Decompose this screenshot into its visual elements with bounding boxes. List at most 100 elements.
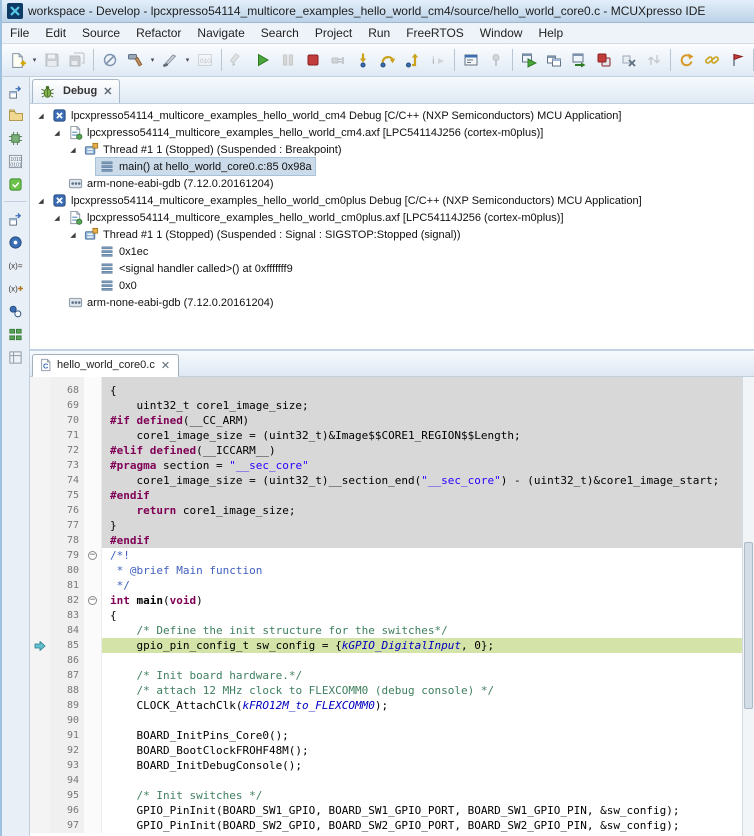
annotation-ruler-cell[interactable]: [30, 818, 50, 833]
code-line-text[interactable]: #if defined(__CC_ARM): [102, 413, 742, 428]
annotation-ruler-cell[interactable]: [30, 668, 50, 683]
editor-tab-hello-world-core0[interactable]: C hello_world_core0.c ✕: [32, 354, 179, 377]
code-line[interactable]: 81 */: [30, 578, 742, 593]
code-line[interactable]: 75#endif: [30, 488, 742, 503]
debug-tree-row[interactable]: ◢lpcxpresso54114_multicore_examples_hell…: [30, 192, 754, 209]
code-line-text[interactable]: int main(void): [102, 593, 742, 608]
debug-tree-row[interactable]: ◢Thread #1 1 (Stopped) (Suspended : Sign…: [30, 226, 754, 243]
code-line-text[interactable]: GPIO_PinInit(BOARD_SW1_GPIO, BOARD_SW1_G…: [102, 803, 742, 818]
code-line-text[interactable]: }: [102, 518, 742, 533]
code-line[interactable]: 72#elif defined(__ICCARM__): [30, 443, 742, 458]
step-return-button[interactable]: [401, 48, 425, 72]
code-line[interactable]: 79−/*!: [30, 548, 742, 563]
debug-tree-row[interactable]: ◢Thread #1 1 (Stopped) (Suspended : Brea…: [30, 141, 754, 158]
pin-console-button[interactable]: [484, 48, 508, 72]
code-line[interactable]: 83{: [30, 608, 742, 623]
code-line-text[interactable]: */: [102, 578, 742, 593]
annotation-ruler-cell[interactable]: [30, 488, 50, 503]
step-into-button[interactable]: [351, 48, 375, 72]
quickstart-button[interactable]: [5, 174, 26, 194]
code-line-text[interactable]: [102, 653, 742, 668]
clean-button-dropdown-icon[interactable]: ▾: [183, 56, 192, 64]
code-line-text[interactable]: CLOCK_AttachClk(kFRO12M_to_FLEXCOMM0);: [102, 698, 742, 713]
annotation-ruler-cell[interactable]: [30, 443, 50, 458]
twistie-expanded-icon[interactable]: ◢: [50, 129, 64, 137]
code-line[interactable]: 71 core1_image_size = (uint32_t)&Image$$…: [30, 428, 742, 443]
annotation-ruler-cell[interactable]: [30, 758, 50, 773]
debug-tree-row[interactable]: <signal handler called>() at 0xfffffff9: [30, 260, 754, 277]
save-all-button[interactable]: [65, 48, 89, 72]
code-line[interactable]: 84 /* Define the init structure for the …: [30, 623, 742, 638]
annotation-ruler-cell[interactable]: [30, 653, 50, 668]
annotation-ruler-cell[interactable]: [30, 788, 50, 803]
annotation-ruler-cell[interactable]: [30, 743, 50, 758]
annotation-ruler-cell[interactable]: [30, 638, 50, 653]
annotation-ruler-cell[interactable]: [30, 503, 50, 518]
code-line-text[interactable]: * @brief Main function: [102, 563, 742, 578]
code-line[interactable]: 74 core1_image_size = (uint32_t)__sectio…: [30, 473, 742, 488]
twistie-expanded-icon[interactable]: ◢: [66, 146, 80, 154]
scrollbar-thumb[interactable]: [744, 542, 753, 709]
clean-button[interactable]: [158, 48, 182, 72]
code-line[interactable]: 78#endif: [30, 533, 742, 548]
code-line[interactable]: 68{: [30, 383, 742, 398]
open-consoles-button[interactable]: [542, 48, 566, 72]
editor-scrollbar[interactable]: [742, 377, 754, 836]
code-line-text[interactable]: /* Define the init structure for the swi…: [102, 623, 742, 638]
code-line-text[interactable]: {: [102, 383, 742, 398]
code-line-text[interactable]: /*!: [102, 548, 742, 563]
debug-tree-row[interactable]: 0x0: [30, 277, 754, 294]
step-over-button[interactable]: [376, 48, 400, 72]
menu-run[interactable]: Run: [360, 24, 398, 42]
menu-file[interactable]: File: [2, 24, 37, 42]
expressions-button[interactable]: (x): [5, 278, 26, 298]
menu-help[interactable]: Help: [530, 24, 571, 42]
menu-edit[interactable]: Edit: [37, 24, 74, 42]
editor-tab-close-icon[interactable]: ✕: [161, 359, 170, 372]
binary-utilities-button[interactable]: 010: [193, 48, 217, 72]
code-line-text[interactable]: core1_image_size = (uint32_t)&Image$$COR…: [102, 428, 742, 443]
annotation-ruler-cell[interactable]: [30, 458, 50, 473]
code-line-text[interactable]: uint32_t core1_image_size;: [102, 398, 742, 413]
code-line-text[interactable]: BOARD_InitDebugConsole();: [102, 758, 742, 773]
resume-button[interactable]: [251, 48, 275, 72]
debug-tree-row[interactable]: ◢lpcxpresso54114_multicore_examples_hell…: [30, 124, 754, 141]
debug-tree-row[interactable]: arm-none-eabi-gdb (7.12.0.20161204): [30, 175, 754, 192]
memory-button[interactable]: 10100101: [5, 151, 26, 171]
code-line-text[interactable]: [102, 773, 742, 788]
suspend-button[interactable]: [276, 48, 300, 72]
code-line[interactable]: 85 gpio_pin_config_t sw_config = {kGPIO_…: [30, 638, 742, 653]
code-area[interactable]: 68{69 uint32_t core1_image_size;70#if de…: [30, 377, 742, 836]
annotation-ruler-cell[interactable]: [30, 518, 50, 533]
menu-source[interactable]: Source: [74, 24, 128, 42]
debug-view-tab[interactable]: Debug ✕: [32, 79, 120, 103]
code-line[interactable]: 95 /* Init switches */: [30, 788, 742, 803]
code-line[interactable]: 97 GPIO_PinInit(BOARD_SW2_GPIO, BOARD_SW…: [30, 818, 742, 833]
code-line-text[interactable]: BOARD_InitPins_Core0();: [102, 728, 742, 743]
twistie-expanded-icon[interactable]: ◢: [34, 197, 48, 205]
new-button[interactable]: [5, 48, 29, 72]
code-line-text[interactable]: #pragma section = "__sec_core": [102, 458, 742, 473]
save-button[interactable]: [40, 48, 64, 72]
code-line[interactable]: 80 * @brief Main function: [30, 563, 742, 578]
outline-button[interactable]: [5, 347, 26, 367]
breakpoints-button[interactable]: [5, 301, 26, 321]
code-line-text[interactable]: #endif: [102, 488, 742, 503]
menu-freertos[interactable]: FreeRTOS: [398, 24, 472, 42]
restore-view-button[interactable]: [5, 82, 26, 102]
code-line-text[interactable]: GPIO_PinInit(BOARD_SW2_GPIO, BOARD_SW2_G…: [102, 818, 742, 833]
debug-button[interactable]: [517, 48, 541, 72]
disconnect-button[interactable]: [326, 48, 350, 72]
build-button-dropdown-icon[interactable]: ▾: [148, 56, 157, 64]
annotation-ruler-cell[interactable]: [30, 728, 50, 743]
code-line-text[interactable]: return core1_image_size;: [102, 503, 742, 518]
faults-button[interactable]: [5, 232, 26, 252]
code-line[interactable]: 94: [30, 773, 742, 788]
variables-button[interactable]: (x)=: [5, 255, 26, 275]
terminate-all-button[interactable]: [592, 48, 616, 72]
remove-terminated-button[interactable]: [617, 48, 641, 72]
code-line[interactable]: 89 CLOCK_AttachClk(kFRO12M_to_FLEXCOMM0)…: [30, 698, 742, 713]
code-line[interactable]: 70#if defined(__CC_ARM): [30, 413, 742, 428]
fold-collapse-icon[interactable]: −: [84, 548, 102, 563]
debug-tree-row[interactable]: ◢lpcxpresso54114_multicore_examples_hell…: [30, 107, 754, 124]
